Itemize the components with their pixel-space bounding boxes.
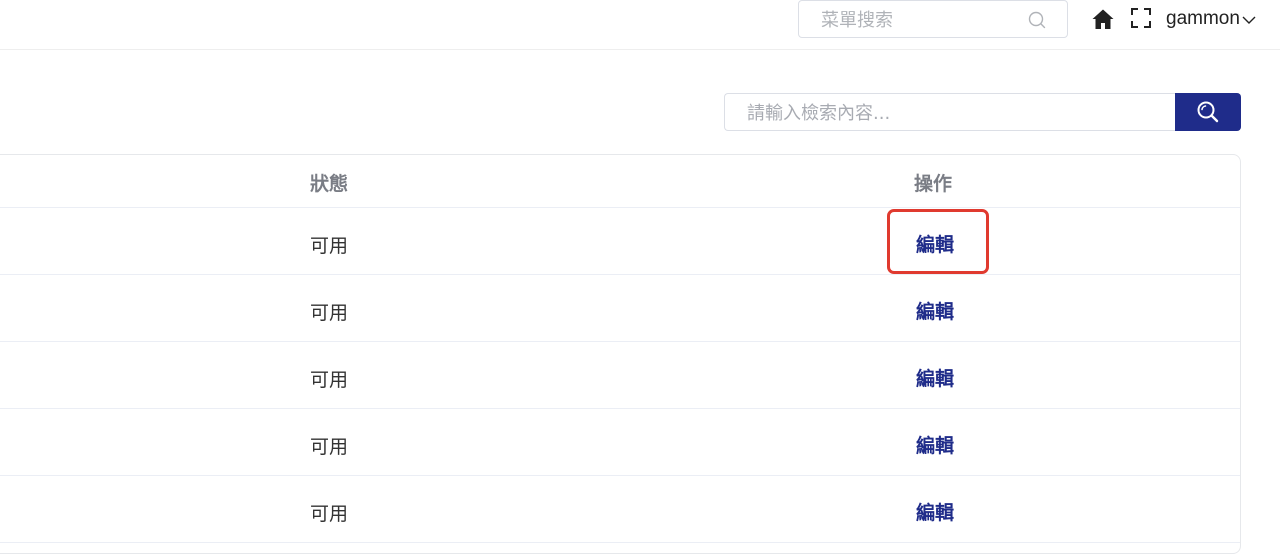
edit-link[interactable]: 編輯 <box>916 498 954 525</box>
username[interactable]: gammon <box>1166 8 1240 30</box>
content-search-box[interactable] <box>724 93 1176 132</box>
search-button[interactable] <box>1175 93 1241 131</box>
menu-search-box[interactable] <box>798 0 1068 39</box>
table-row: 可用 編輯 <box>0 342 1240 409</box>
status-cell: 可用 <box>310 369 349 391</box>
edit-link[interactable]: 編輯 <box>916 230 954 257</box>
status-cell: 可用 <box>310 436 349 458</box>
status-cell: 可用 <box>310 235 349 257</box>
chevron-down-icon[interactable] <box>1241 12 1257 28</box>
table-row: 可用 編輯 <box>0 275 1240 342</box>
data-table: 狀態 操作 可用 編輯 可用 編輯 可用 編輯 可用 編輯 可用 編輯 <box>0 154 1241 554</box>
search-icon[interactable] <box>1027 10 1047 30</box>
table-row: 可用 編輯 <box>0 409 1240 476</box>
content-search-input[interactable] <box>745 94 1169 132</box>
menu-search-input[interactable] <box>819 1 1023 39</box>
user-menu[interactable]: gammon <box>1166 6 1257 32</box>
top-bar: gammon <box>0 0 1280 50</box>
column-header-status: 狀態 <box>310 173 349 195</box>
column-header-action: 操作 <box>914 173 953 195</box>
table-row: 可用 編輯 <box>0 476 1240 543</box>
status-cell: 可用 <box>310 302 349 324</box>
edit-link[interactable]: 編輯 <box>916 297 954 324</box>
search-icon <box>1197 101 1219 123</box>
table-row: 可用 編輯 <box>0 208 1240 275</box>
edit-link[interactable]: 編輯 <box>916 431 954 458</box>
edit-link[interactable]: 編輯 <box>916 364 954 391</box>
fullscreen-icon[interactable] <box>1130 7 1152 29</box>
home-icon[interactable] <box>1091 7 1115 31</box>
table-header: 狀態 操作 <box>0 155 1240 208</box>
